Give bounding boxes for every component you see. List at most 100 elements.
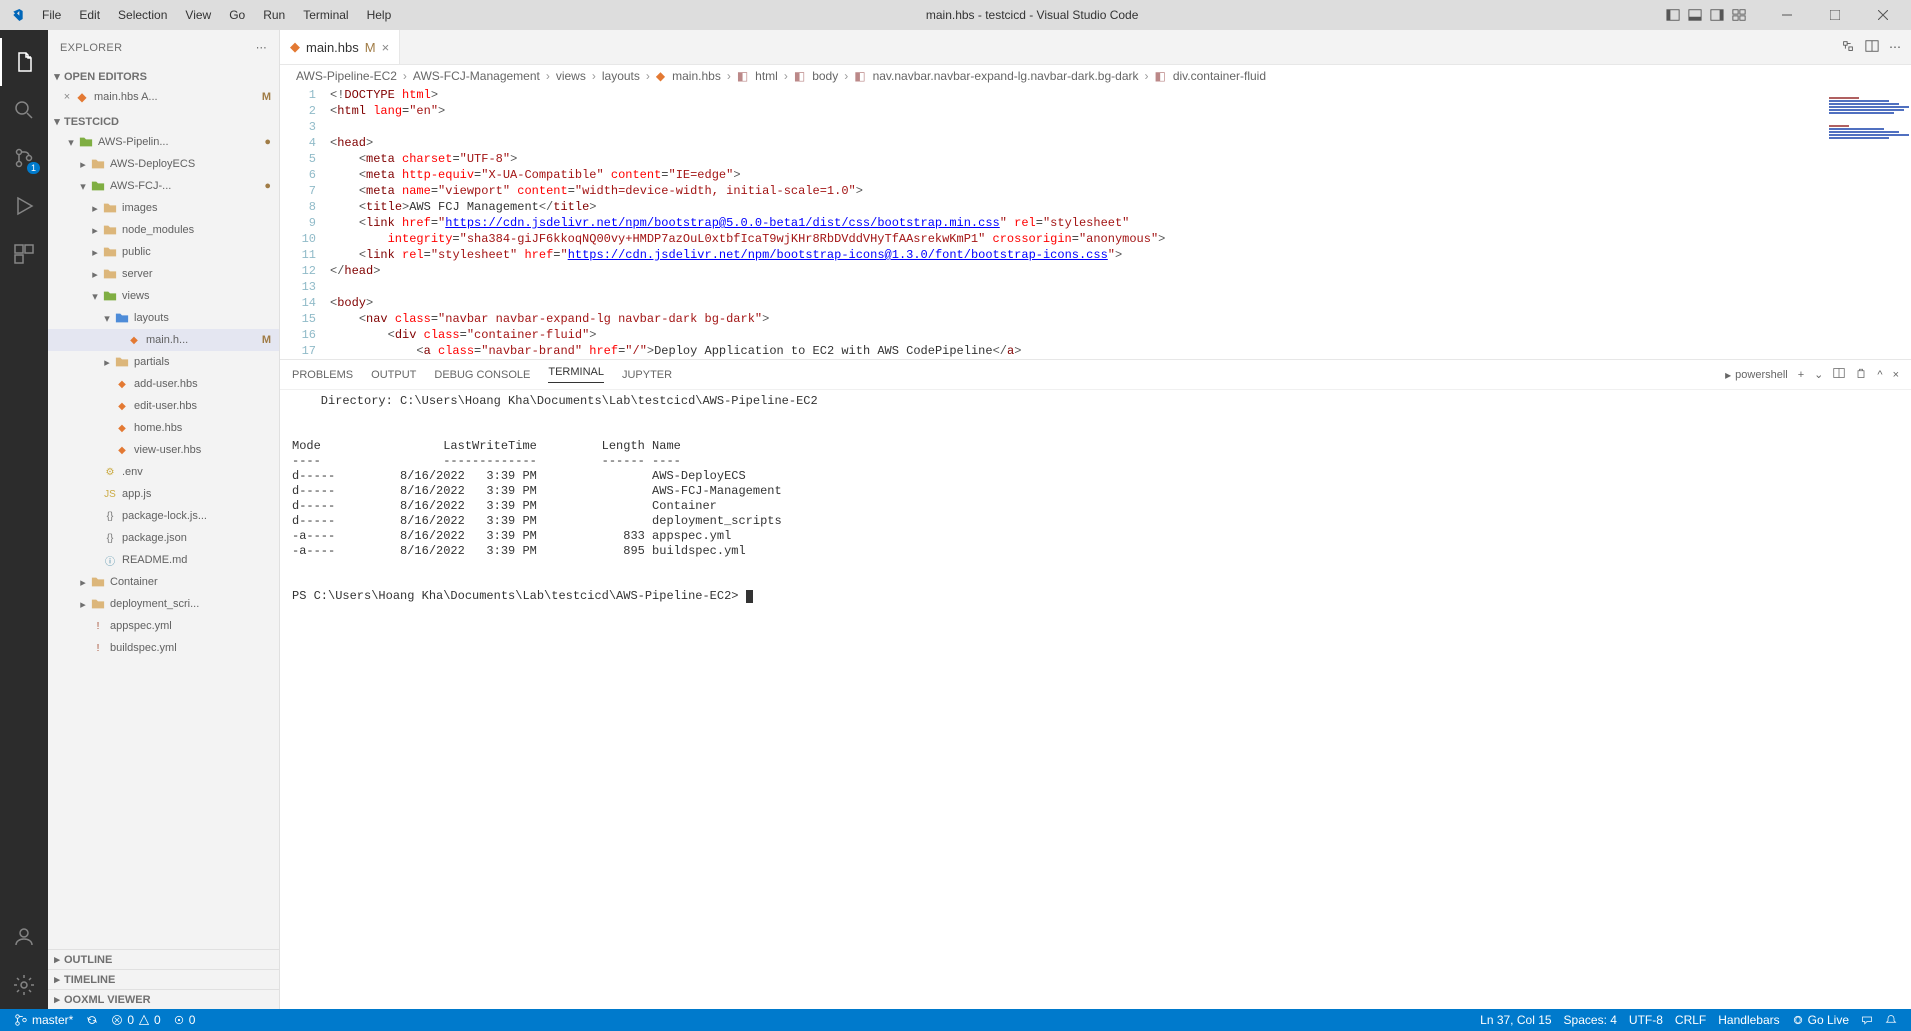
- menu-file[interactable]: File: [34, 4, 69, 26]
- tree-item-package-json[interactable]: {}package.json: [48, 527, 279, 549]
- tree-item-layouts[interactable]: ▾layouts: [48, 307, 279, 329]
- ooxml-header[interactable]: ▸OOXML VIEWER: [48, 989, 279, 1009]
- tree-item-node-modules[interactable]: ▸node_modules: [48, 219, 279, 241]
- tree-item-aws-fcj----[interactable]: ▾AWS-FCJ-...●: [48, 175, 279, 197]
- activity-settings[interactable]: [0, 961, 48, 1009]
- terminal-kill-icon[interactable]: [1855, 367, 1867, 382]
- status-bar: master* 0 0 0 Ln 37, Col 15 Spaces: 4 UT…: [0, 1009, 1911, 1031]
- minimap[interactable]: [1821, 87, 1911, 297]
- activity-extensions[interactable]: [0, 230, 48, 278]
- editor-tab-main-hbs[interactable]: ◆ main.hbs M ×: [280, 30, 400, 64]
- outline-header[interactable]: ▸OUTLINE: [48, 949, 279, 969]
- tree-item-appspec-yml[interactable]: !appspec.yml: [48, 615, 279, 637]
- tree-item--env[interactable]: ⚙.env: [48, 461, 279, 483]
- window-maximize-button[interactable]: [1815, 0, 1855, 30]
- status-feedback[interactable]: [1855, 1013, 1879, 1027]
- breadcrumb-segment[interactable]: html: [755, 69, 778, 83]
- status-problems[interactable]: 0 0: [105, 1013, 166, 1027]
- status-indentation[interactable]: Spaces: 4: [1558, 1013, 1623, 1027]
- menu-terminal[interactable]: Terminal: [295, 4, 356, 26]
- more-actions-icon[interactable]: ⋯: [1889, 40, 1901, 54]
- tree-item-home-hbs[interactable]: ◆home.hbs: [48, 417, 279, 439]
- tree-item-server[interactable]: ▸server: [48, 263, 279, 285]
- menu-run[interactable]: Run: [255, 4, 293, 26]
- breadcrumb-segment[interactable]: nav.navbar.navbar-expand-lg.navbar-dark.…: [873, 69, 1139, 83]
- terminal-output[interactable]: Directory: C:\Users\Hoang Kha\Documents\…: [280, 390, 1911, 1009]
- menu-bar: FileEditSelectionViewGoRunTerminalHelp: [34, 4, 399, 26]
- layout-customize-icon[interactable]: [1731, 7, 1747, 23]
- status-eol[interactable]: CRLF: [1669, 1013, 1712, 1027]
- tree-item-images[interactable]: ▸images: [48, 197, 279, 219]
- compare-changes-icon[interactable]: [1841, 39, 1855, 56]
- breadcrumb-segment[interactable]: AWS-Pipeline-EC2: [296, 69, 397, 83]
- tree-item-app-js[interactable]: JSapp.js: [48, 483, 279, 505]
- breadcrumb-segment[interactable]: AWS-FCJ-Management: [413, 69, 540, 83]
- terminal-split-icon[interactable]: [1833, 367, 1845, 382]
- activity-source-control[interactable]: 1: [0, 134, 48, 182]
- open-editor-item[interactable]: × ◆ main.hbs A... M: [48, 86, 279, 108]
- status-language[interactable]: Handlebars: [1712, 1013, 1785, 1027]
- breadcrumb-segment[interactable]: main.hbs: [672, 69, 721, 83]
- code-editor[interactable]: 1234567891011121314151617 <!DOCTYPE html…: [280, 87, 1911, 359]
- tree-item-buildspec-yml[interactable]: !buildspec.yml: [48, 637, 279, 659]
- menu-help[interactable]: Help: [359, 4, 400, 26]
- status-cursor-position[interactable]: Ln 37, Col 15: [1474, 1013, 1557, 1027]
- tree-item-container[interactable]: ▸Container: [48, 571, 279, 593]
- breadcrumb-segment[interactable]: div.container-fluid: [1173, 69, 1266, 83]
- layout-panel-icon[interactable]: [1687, 7, 1703, 23]
- activity-search[interactable]: [0, 86, 48, 134]
- panel-tab-problems[interactable]: PROBLEMS: [292, 369, 353, 381]
- status-go-live[interactable]: Go Live: [1786, 1013, 1855, 1027]
- tree-item-public[interactable]: ▸public: [48, 241, 279, 263]
- status-branch[interactable]: master*: [8, 1013, 79, 1027]
- workspace-header[interactable]: ▾TESTCICD: [48, 112, 279, 131]
- tree-item-package-lock-js---[interactable]: {}package-lock.js...: [48, 505, 279, 527]
- tree-item-aws-pipelin---[interactable]: ▾AWS-Pipelin...●: [48, 131, 279, 153]
- panel-tab-jupyter[interactable]: JUPYTER: [622, 369, 672, 381]
- status-encoding[interactable]: UTF-8: [1623, 1013, 1669, 1027]
- activity-explorer[interactable]: [0, 38, 48, 86]
- timeline-header[interactable]: ▸TIMELINE: [48, 969, 279, 989]
- menu-go[interactable]: Go: [221, 4, 253, 26]
- layout-sidebar-right-icon[interactable]: [1709, 7, 1725, 23]
- menu-edit[interactable]: Edit: [71, 4, 108, 26]
- terminal-new-icon[interactable]: +: [1798, 369, 1804, 381]
- activity-accounts[interactable]: [0, 913, 48, 961]
- breadcrumb-segment[interactable]: body: [812, 69, 838, 83]
- window-minimize-button[interactable]: [1767, 0, 1807, 30]
- terminal-shell-selector[interactable]: ▸powershell: [1725, 368, 1788, 382]
- panel-tab-output[interactable]: OUTPUT: [371, 369, 416, 381]
- tree-item-view-user-hbs[interactable]: ◆view-user.hbs: [48, 439, 279, 461]
- panel-tab-debug-console[interactable]: DEBUG CONSOLE: [434, 369, 530, 381]
- status-sync[interactable]: [79, 1013, 105, 1027]
- tree-item-main-h---[interactable]: ◆main.h...M: [48, 329, 279, 351]
- tree-item-deployment-scri---[interactable]: ▸deployment_scri...: [48, 593, 279, 615]
- open-editors-header[interactable]: ▾OPEN EDITORS: [48, 67, 279, 86]
- tree-item-readme-md[interactable]: ⓘREADME.md: [48, 549, 279, 571]
- terminal-dropdown-icon[interactable]: ⌄: [1814, 368, 1823, 381]
- activity-run-debug[interactable]: [0, 182, 48, 230]
- panel-maximize-icon[interactable]: ^: [1877, 369, 1882, 381]
- menu-view[interactable]: View: [177, 4, 219, 26]
- tree-item-aws-deployecs[interactable]: ▸AWS-DeployECS: [48, 153, 279, 175]
- tree-item-edit-user-hbs[interactable]: ◆edit-user.hbs: [48, 395, 279, 417]
- tree-item-views[interactable]: ▾views: [48, 285, 279, 307]
- panel-close-icon[interactable]: ×: [1893, 369, 1899, 381]
- close-icon[interactable]: ×: [382, 40, 390, 55]
- split-editor-icon[interactable]: [1865, 39, 1879, 56]
- folder-icon: [102, 222, 118, 238]
- window-close-button[interactable]: [1863, 0, 1903, 30]
- menu-selection[interactable]: Selection: [110, 4, 175, 26]
- status-notifications[interactable]: [1879, 1013, 1903, 1027]
- status-port[interactable]: 0: [167, 1013, 202, 1027]
- breadcrumb-segment[interactable]: layouts: [602, 69, 640, 83]
- layout-sidebar-left-icon[interactable]: [1665, 7, 1681, 23]
- tree-item-add-user-hbs[interactable]: ◆add-user.hbs: [48, 373, 279, 395]
- hbs-icon: ◆: [114, 376, 130, 392]
- tree-item-partials[interactable]: ▸partials: [48, 351, 279, 373]
- json-icon: {}: [102, 530, 118, 546]
- panel-tab-terminal[interactable]: TERMINAL: [548, 366, 604, 383]
- breadcrumb[interactable]: AWS-Pipeline-EC2›AWS-FCJ-Management›view…: [280, 65, 1911, 87]
- sidebar-more-icon[interactable]: ⋯: [256, 41, 267, 54]
- breadcrumb-segment[interactable]: views: [556, 69, 586, 83]
